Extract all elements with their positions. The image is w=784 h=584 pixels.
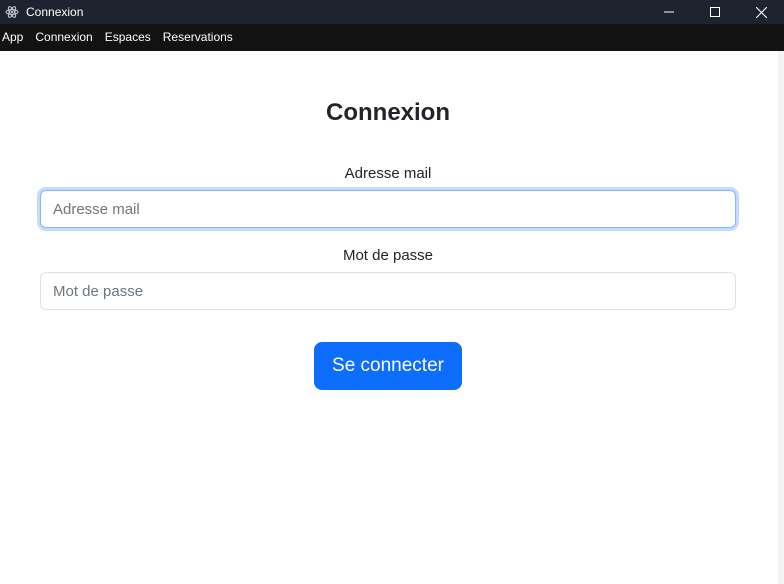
email-field[interactable] (40, 190, 736, 228)
menu-item-reservations[interactable]: Reservations (157, 24, 239, 51)
app-window: Connexion App Connexion Espaces Reservat… (0, 0, 784, 584)
password-label: Mot de passe (342, 247, 434, 264)
maximize-icon (710, 7, 720, 17)
menu-item-app[interactable]: App (0, 24, 29, 51)
menu-item-espaces[interactable]: Espaces (99, 24, 157, 51)
password-field[interactable] (40, 272, 736, 310)
window-edge (778, 51, 784, 584)
close-icon (755, 6, 767, 18)
login-page: Connexion Adresse mail Mot de passe Se c… (0, 51, 784, 584)
menu-item-connexion[interactable]: Connexion (29, 24, 98, 51)
window-title: Connexion (26, 5, 84, 19)
minimize-button[interactable] (646, 0, 692, 24)
page-title: Connexion (326, 99, 450, 126)
menu-bar: App Connexion Espaces Reservations (0, 24, 784, 51)
maximize-button[interactable] (692, 0, 738, 24)
email-label: Adresse mail (344, 165, 432, 182)
electron-atom-icon (5, 5, 19, 19)
window-controls (646, 0, 784, 24)
title-bar[interactable]: Connexion (0, 0, 784, 24)
minimize-icon (664, 11, 674, 13)
login-button[interactable]: Se connecter (314, 342, 462, 390)
close-button[interactable] (738, 0, 784, 24)
